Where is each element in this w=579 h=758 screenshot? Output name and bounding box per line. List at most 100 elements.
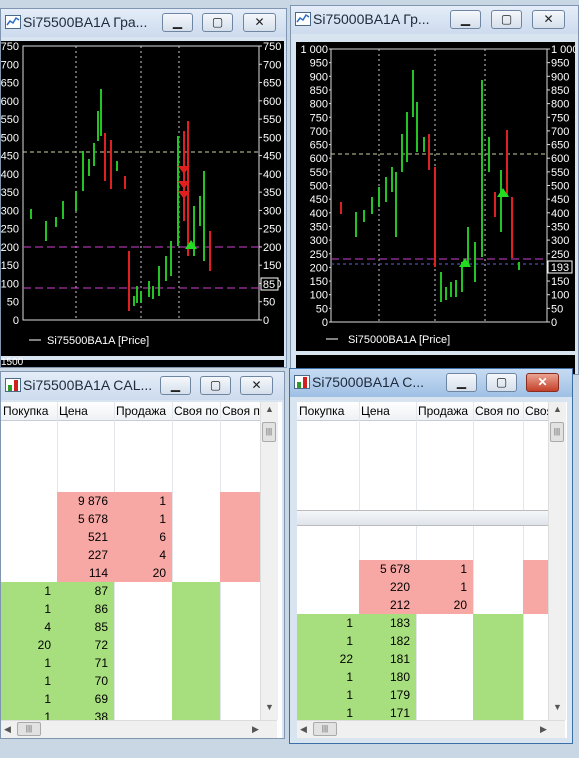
sell-row[interactable]: 220 1 (297, 578, 548, 596)
maximize-button[interactable]: ▢ (202, 13, 233, 32)
scroll-right-arrow[interactable]: ▶ (252, 724, 259, 734)
cell-1[interactable]: 87 (57, 582, 114, 600)
cell-1[interactable]: 179 (359, 686, 416, 704)
horizontal-scroll-thumb[interactable]: ||| (313, 722, 337, 736)
cell-1[interactable]: 86 (57, 600, 114, 618)
cell-2[interactable] (114, 690, 172, 708)
scroll-up-arrow[interactable]: ▲ (553, 404, 562, 414)
vertical-scroll-thumb[interactable]: ||| (262, 422, 276, 442)
cell-2[interactable] (114, 654, 172, 672)
close-button[interactable]: ✕ (532, 10, 565, 29)
cell-3[interactable] (172, 654, 220, 672)
buy-row[interactable]: 1 182 (297, 632, 548, 650)
scroll-down-arrow[interactable]: ▼ (553, 702, 562, 712)
cell-0[interactable] (297, 578, 359, 596)
scroll-left-arrow[interactable]: ◀ (4, 724, 11, 734)
cell-2[interactable]: 1 (416, 560, 473, 578)
cell-0[interactable]: 1 (1, 582, 57, 600)
minimize-button[interactable]: ▁ (160, 376, 191, 395)
price-chart-1[interactable]: 750 750 700 700 650 650 600 600 550 550 500 500 450 4… (1, 41, 284, 356)
cell-3[interactable] (473, 560, 523, 578)
cell-0[interactable] (297, 596, 359, 614)
scroll-up-arrow[interactable]: ▲ (265, 404, 274, 414)
buy-row[interactable]: 1 71 (1, 654, 260, 672)
cell-0[interactable]: 1 (1, 672, 57, 690)
cell-4[interactable] (220, 510, 260, 528)
cell-2[interactable]: 4 (114, 546, 172, 564)
chart-window-1-titlebar[interactable]: Si75500BA1A Гра... ▁ ▢ ✕ (1, 9, 286, 37)
column-header[interactable]: Своя по (475, 404, 523, 418)
cell-1[interactable]: 114 (57, 564, 114, 582)
cell-2[interactable] (114, 582, 172, 600)
column-header[interactable]: Покупка (3, 404, 57, 418)
minimize-button[interactable]: ▁ (446, 373, 477, 392)
cell-0[interactable]: 1 (297, 686, 359, 704)
cell-3[interactable] (172, 672, 220, 690)
column-header[interactable]: Своя п (222, 404, 260, 418)
cell-3[interactable] (473, 578, 523, 596)
cell-4[interactable] (523, 632, 548, 650)
cell-3[interactable] (473, 686, 523, 704)
horizontal-scroll-thumb[interactable]: ||| (17, 722, 41, 736)
cell-3[interactable] (172, 564, 220, 582)
sell-row[interactable]: 5 678 1 (1, 510, 260, 528)
column-header[interactable]: Своя по (174, 404, 220, 418)
cell-4[interactable] (523, 596, 548, 614)
cell-0[interactable]: 1 (1, 690, 57, 708)
column-header[interactable]: Цена (361, 404, 416, 418)
sell-row[interactable]: 212 20 (297, 596, 548, 614)
cell-3[interactable] (473, 614, 523, 632)
price-chart-1-svg[interactable]: 750 750700 700650 650600 600550 550500 500450 4… (1, 41, 284, 356)
cell-4[interactable] (220, 582, 260, 600)
cell-2[interactable] (416, 650, 473, 668)
cell-4[interactable] (220, 492, 260, 510)
cell-0[interactable]: 1 (297, 614, 359, 632)
cell-2[interactable] (416, 632, 473, 650)
buy-row[interactable]: 1 86 (1, 600, 260, 618)
cell-2[interactable] (416, 668, 473, 686)
cell-4[interactable] (220, 672, 260, 690)
cell-1[interactable]: 69 (57, 690, 114, 708)
buy-row[interactable]: 4 85 (1, 618, 260, 636)
cell-2[interactable]: 1 (416, 578, 473, 596)
buy-row[interactable]: 22 181 (297, 650, 548, 668)
cell-0[interactable]: 1 (1, 600, 57, 618)
cell-0[interactable] (1, 546, 57, 564)
cell-4[interactable] (220, 564, 260, 582)
cell-1[interactable]: 9 876 (57, 492, 114, 510)
cell-0[interactable]: 1 (297, 668, 359, 686)
sell-row[interactable]: 114 20 (1, 564, 260, 582)
cell-4[interactable] (220, 528, 260, 546)
cell-1[interactable]: 182 (359, 632, 416, 650)
cell-3[interactable] (473, 632, 523, 650)
cell-4[interactable] (220, 654, 260, 672)
cell-1[interactable]: 180 (359, 668, 416, 686)
cell-0[interactable]: 4 (1, 618, 57, 636)
buy-row[interactable]: 1 179 (297, 686, 548, 704)
sell-row[interactable]: 5 678 1 (297, 560, 548, 578)
cell-3[interactable] (172, 690, 220, 708)
cell-3[interactable] (172, 618, 220, 636)
cell-3[interactable] (473, 650, 523, 668)
buy-row[interactable]: 1 183 (297, 614, 548, 632)
cell-3[interactable] (473, 668, 523, 686)
cell-1[interactable]: 72 (57, 636, 114, 654)
buy-row[interactable]: 1 87 (1, 582, 260, 600)
minimize-button[interactable]: ▁ (162, 13, 193, 32)
cell-3[interactable] (172, 510, 220, 528)
cell-4[interactable] (220, 690, 260, 708)
cell-3[interactable] (172, 636, 220, 654)
maximize-button[interactable]: ▢ (200, 376, 231, 395)
buy-row[interactable]: 1 180 (297, 668, 548, 686)
column-header[interactable]: Покупка (299, 404, 359, 418)
cell-0[interactable]: 22 (297, 650, 359, 668)
cell-4[interactable] (523, 668, 548, 686)
cell-2[interactable] (114, 636, 172, 654)
cell-2[interactable] (114, 672, 172, 690)
order-book-1-titlebar[interactable]: Si75500BA1A CAL... ▁ ▢ ✕ (1, 372, 284, 400)
cell-0[interactable] (1, 528, 57, 546)
cell-4[interactable] (220, 618, 260, 636)
column-header[interactable]: Своя (525, 404, 548, 418)
sell-row[interactable]: 227 4 (1, 546, 260, 564)
minimize-button[interactable]: ▁ (450, 10, 481, 29)
